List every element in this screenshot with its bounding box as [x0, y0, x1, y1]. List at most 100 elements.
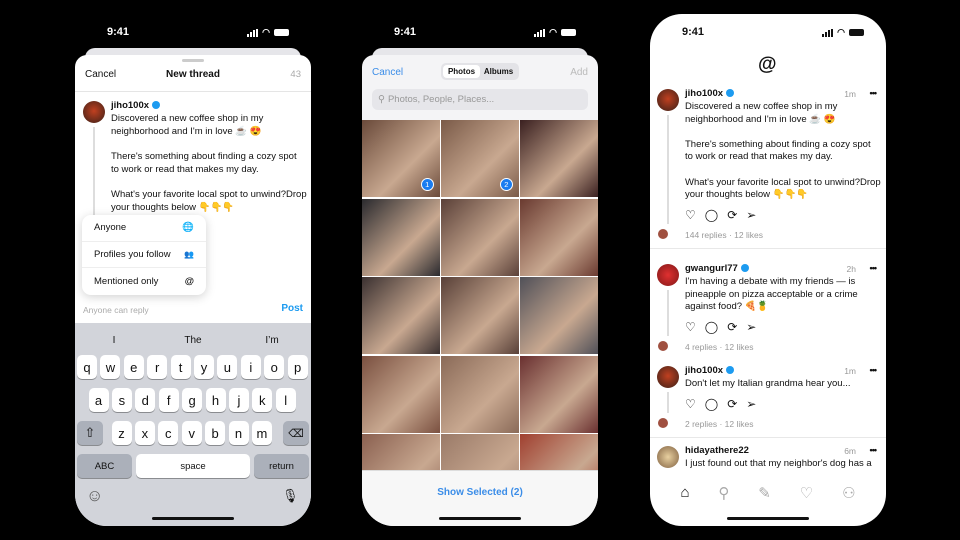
key-h[interactable]: h — [205, 388, 226, 412]
key-t[interactable]: t — [170, 355, 191, 379]
avatar[interactable] — [657, 446, 679, 468]
photo-tile[interactable] — [520, 434, 598, 470]
reply-icon[interactable]: ◯ — [705, 320, 718, 334]
key-s[interactable]: s — [111, 388, 132, 412]
profile-icon[interactable]: ⚇ — [842, 484, 855, 502]
return-key[interactable]: return — [254, 454, 309, 478]
reply-icon[interactable]: ◯ — [705, 397, 718, 411]
photo-tile[interactable] — [441, 434, 519, 470]
share-icon[interactable]: ➢ — [746, 208, 756, 222]
home-indicator — [727, 517, 809, 520]
key-d[interactable]: d — [135, 388, 156, 412]
delete-key[interactable]: ⌫ — [283, 421, 309, 445]
tab-photos[interactable]: Photos — [443, 65, 480, 78]
photo-tile[interactable] — [362, 277, 440, 354]
threads-logo-icon[interactable]: @ — [758, 54, 777, 76]
reply-option-anyone[interactable]: Anyone 🌐 — [82, 215, 206, 242]
compose-icon[interactable]: ✎ — [758, 484, 771, 502]
photo-tile[interactable] — [520, 120, 598, 197]
key-y[interactable]: y — [194, 355, 214, 379]
text-line: There's something about finding a cozy s… — [111, 151, 297, 162]
share-icon[interactable]: ➢ — [746, 397, 756, 411]
share-icon[interactable]: ➢ — [746, 320, 756, 334]
avatar[interactable] — [657, 264, 679, 286]
key-l[interactable]: l — [275, 388, 296, 412]
sheet-handle[interactable] — [182, 59, 204, 62]
reply-option-following[interactable]: Profiles you follow 👥 — [82, 242, 206, 269]
username[interactable]: jiho100x — [685, 365, 735, 378]
status-bar: 9:41 ◠ — [75, 14, 311, 48]
key-g[interactable]: g — [182, 388, 203, 412]
more-icon[interactable]: ••• — [870, 445, 878, 455]
more-icon[interactable]: ••• — [870, 88, 878, 98]
suggestion[interactable]: I — [75, 335, 153, 346]
key-i[interactable]: i — [240, 355, 261, 379]
photo-tile[interactable] — [362, 434, 440, 470]
key-u[interactable]: u — [217, 355, 238, 379]
username[interactable]: gwangurl77 — [685, 263, 749, 276]
show-selected-button[interactable]: Show Selected (2) — [362, 487, 598, 500]
photo-tile[interactable] — [441, 277, 519, 354]
key-w[interactable]: w — [100, 355, 121, 379]
photo-tile[interactable] — [362, 355, 440, 433]
key-q[interactable]: q — [77, 355, 97, 379]
key-k[interactable]: k — [252, 388, 273, 412]
search-icon[interactable]: ⚲ — [718, 484, 729, 502]
suggestion[interactable]: The — [154, 335, 232, 346]
photo-tile[interactable] — [520, 198, 598, 276]
key-v[interactable]: v — [181, 421, 202, 445]
photo-tile[interactable]: 2 — [441, 120, 519, 197]
tab-albums[interactable]: Albums — [480, 65, 517, 78]
like-icon[interactable]: ♡ — [685, 208, 696, 222]
home-icon[interactable]: ⌂ — [680, 484, 689, 502]
cancel-button[interactable]: Cancel — [372, 67, 403, 80]
repost-icon[interactable]: ⟳ — [727, 320, 737, 334]
emoji-icon[interactable]: ☺ — [86, 486, 103, 506]
key-a[interactable]: a — [88, 388, 109, 412]
shift-key[interactable]: ⇧ — [77, 421, 103, 445]
reply-icon[interactable]: ◯ — [705, 208, 718, 222]
photo-tile[interactable] — [520, 277, 598, 354]
space-key[interactable]: space — [136, 454, 250, 478]
photo-tile[interactable] — [362, 198, 440, 276]
username[interactable]: hidayathere22 — [685, 445, 749, 458]
post-stats[interactable]: 144 replies · 12 likes — [685, 230, 763, 240]
photo-tile[interactable] — [441, 355, 519, 433]
key-b[interactable]: b — [205, 421, 226, 445]
repost-icon[interactable]: ⟳ — [727, 208, 737, 222]
search-input[interactable]: ⚲ Photos, People, Places... — [372, 89, 588, 110]
photo-tile[interactable] — [441, 198, 519, 276]
add-button[interactable]: Add — [570, 67, 588, 80]
key-r[interactable]: r — [147, 355, 168, 379]
key-m[interactable]: m — [251, 421, 272, 445]
reply-setting-button[interactable]: Anyone can reply — [83, 304, 149, 317]
key-e[interactable]: e — [123, 355, 144, 379]
post-stats[interactable]: 2 replies · 12 likes — [685, 419, 754, 429]
key-o[interactable]: o — [264, 355, 285, 379]
like-icon[interactable]: ♡ — [685, 397, 696, 411]
username[interactable]: jiho100x — [685, 88, 735, 101]
post-button[interactable]: Post — [281, 303, 303, 316]
repost-icon[interactable]: ⟳ — [727, 397, 737, 411]
more-icon[interactable]: ••• — [870, 365, 878, 375]
key-c[interactable]: c — [158, 421, 179, 445]
heart-icon[interactable]: ♡ — [800, 484, 813, 502]
key-j[interactable]: j — [228, 388, 249, 412]
more-icon[interactable]: ••• — [870, 263, 878, 273]
key-x[interactable]: x — [134, 421, 155, 445]
phone-photo-picker: 9:41 ◠ Cancel Photos Albums Add ⚲ Photos,… — [362, 14, 598, 526]
post-stats[interactable]: 4 replies · 12 likes — [685, 342, 754, 352]
key-z[interactable]: z — [111, 421, 132, 445]
key-n[interactable]: n — [228, 421, 249, 445]
reply-option-mentioned[interactable]: Mentioned only @ — [82, 268, 206, 295]
abc-key[interactable]: ABC — [77, 454, 132, 478]
like-icon[interactable]: ♡ — [685, 320, 696, 334]
avatar[interactable] — [657, 89, 679, 111]
microphone-icon[interactable]: 🎙 — [282, 488, 299, 504]
photo-tile[interactable]: 1 — [362, 120, 440, 197]
suggestion[interactable]: I’m — [233, 335, 311, 346]
photo-tile[interactable] — [520, 355, 598, 433]
key-f[interactable]: f — [158, 388, 179, 412]
key-p[interactable]: p — [287, 355, 308, 379]
avatar[interactable] — [657, 366, 679, 388]
